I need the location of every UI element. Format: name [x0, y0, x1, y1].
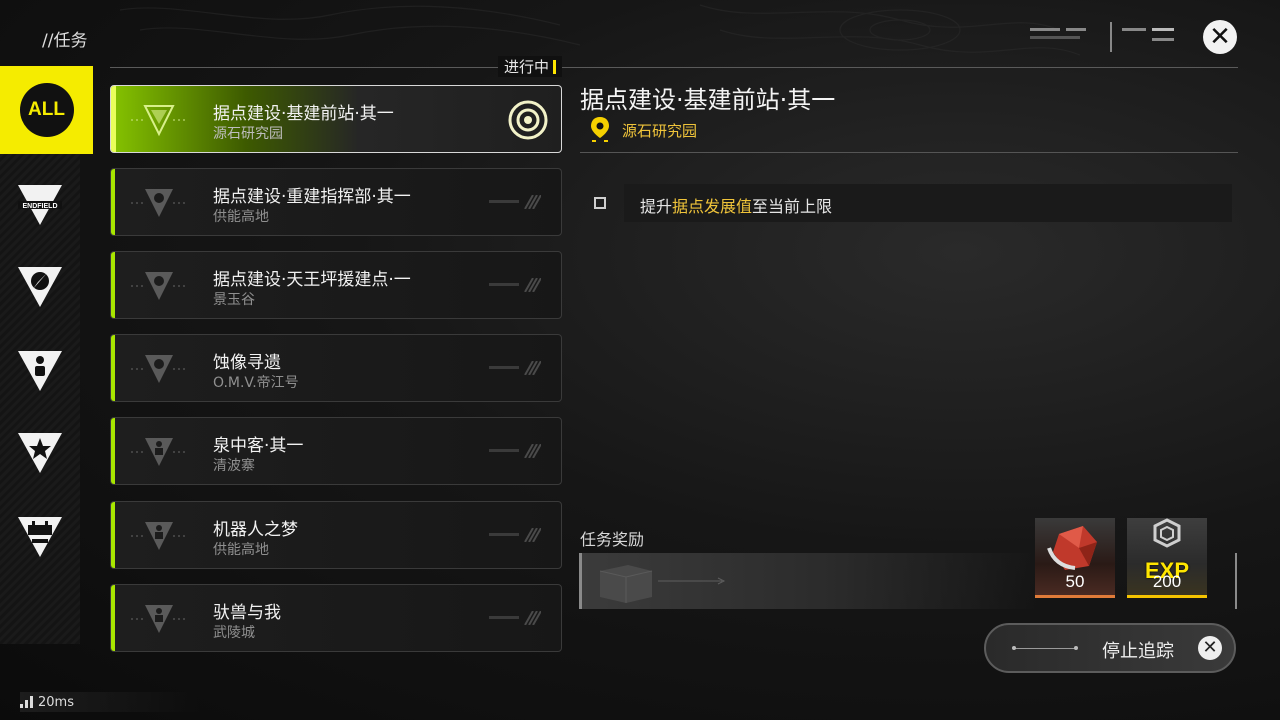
endfield-icon: ENDFIELD: [18, 185, 62, 225]
quest-deco-icon: [489, 444, 541, 458]
quest-accent-bar: [111, 418, 115, 484]
quest-location: 供能高地: [213, 542, 269, 558]
reward-label: 任务奖励: [580, 530, 645, 549]
quest-item[interactable]: 驮兽与我 武陵城: [110, 584, 562, 652]
quest-accent-bar: [111, 86, 116, 152]
quest-title: 据点建设·天王坪援建点·一: [213, 270, 411, 290]
quest-item[interactable]: 据点建设·重建指挥部·其一 供能高地: [110, 168, 562, 236]
sidebar-item-compass[interactable]: [0, 252, 80, 322]
header-divider: [110, 67, 1238, 68]
quest-accent-bar: [111, 585, 115, 651]
sidebar: ALL ENDFIELD: [0, 66, 93, 626]
person-quest-icon: [131, 522, 187, 550]
sidebar-item-endfield[interactable]: ENDFIELD: [0, 170, 80, 240]
quest-title: 泉中客·其一: [213, 436, 304, 456]
quest-item[interactable]: 据点建设·天王坪援建点·一 景玉谷: [110, 251, 562, 319]
quest-title: 机器人之梦: [213, 520, 298, 540]
page-title: //任务: [42, 31, 88, 51]
sidebar-item-all[interactable]: ALL: [0, 66, 93, 154]
quest-accent-bar: [111, 502, 115, 568]
close-button[interactable]: ✕: [1203, 20, 1237, 54]
quest-accent-bar: [111, 252, 115, 318]
quest-title: 据点建设·重建指挥部·其一: [213, 187, 411, 207]
in-progress-label: 进行中: [498, 56, 563, 77]
close-icon: ✕: [1198, 636, 1222, 660]
reward-amount: 50: [1065, 572, 1085, 591]
quest-item[interactable]: 机器人之梦 供能高地: [110, 501, 562, 569]
close-icon: ✕: [1209, 22, 1231, 52]
compass-icon: [18, 267, 62, 307]
ping-value: 20ms: [38, 694, 74, 710]
objective-highlight: 据点发展值: [672, 197, 753, 216]
crystal-icon: [1047, 526, 1097, 570]
star-icon: [18, 433, 62, 473]
exp-icon: [1153, 518, 1181, 548]
quest-location: 源石研究园: [213, 126, 283, 142]
quest-accent-bar: [111, 335, 115, 401]
quest-location: 景玉谷: [213, 292, 255, 308]
quest-item[interactable]: 蚀像寻遗 O.M.V.帝江号: [110, 334, 562, 402]
person-icon: [18, 351, 62, 391]
quest-location: 清波寨: [213, 458, 255, 474]
sidebar-item-robot[interactable]: [0, 502, 80, 572]
box-icon: [599, 565, 726, 603]
quest-accent-bar: [111, 169, 115, 235]
quest-item[interactable]: 泉中客·其一 清波寨: [110, 417, 562, 485]
quest-type-icon: [131, 105, 187, 137]
sidebar-item-person[interactable]: [0, 336, 80, 406]
quest-detail-title: 据点建设·基建前站·其一: [580, 86, 836, 114]
quest-title: 蚀像寻遗: [213, 353, 281, 373]
reward-strip-end: [1235, 553, 1237, 609]
quest-deco-icon: [489, 528, 541, 542]
stop-tracking-button[interactable]: 停止追踪 ✕: [984, 623, 1236, 673]
robot-icon: [18, 517, 62, 557]
compass-quest-icon: [131, 272, 187, 300]
track-line-icon: [1012, 646, 1078, 650]
stop-tracking-label: 停止追踪: [1102, 641, 1174, 662]
person-quest-icon: [131, 438, 187, 466]
crystal-reward[interactable]: 50: [1035, 518, 1115, 598]
compass-quest-icon: [131, 355, 187, 383]
quest-deco-icon: [489, 611, 541, 625]
quest-title: 驮兽与我: [213, 603, 281, 623]
compass-quest-icon: [131, 189, 187, 217]
reward-amount: 200: [1152, 572, 1182, 591]
network-status: 20ms: [20, 692, 200, 712]
location-pin-icon: [591, 117, 609, 142]
quest-location: 供能高地: [213, 209, 269, 225]
quest-title: 据点建设·基建前站·其一: [213, 104, 394, 124]
quest-deco-icon: [489, 361, 541, 375]
quest-deco-icon: [489, 278, 541, 292]
detail-divider: [580, 152, 1238, 153]
quest-detail-location: 源石研究园: [622, 122, 698, 140]
hud-decoration: [1030, 22, 1180, 52]
sidebar-item-star[interactable]: [0, 418, 80, 488]
person-quest-icon: [131, 605, 187, 633]
reward-strip: [579, 553, 1037, 609]
signal-icon: [20, 696, 33, 708]
objective-text: 提升据点发展值至当前上限: [640, 197, 833, 216]
exp-reward[interactable]: EXP 200: [1127, 518, 1207, 598]
svg-text:ENDFIELD: ENDFIELD: [23, 203, 58, 210]
quest-location: 武陵城: [213, 625, 255, 641]
quest-item-selected[interactable]: 据点建设·基建前站·其一 源石研究园: [110, 85, 562, 153]
quest-location: O.M.V.帝江号: [213, 375, 299, 391]
quest-deco-icon: [489, 195, 541, 209]
tracking-target-icon: [508, 100, 548, 140]
objective-checkbox-icon: [594, 197, 606, 209]
all-icon: ALL: [19, 83, 74, 137]
